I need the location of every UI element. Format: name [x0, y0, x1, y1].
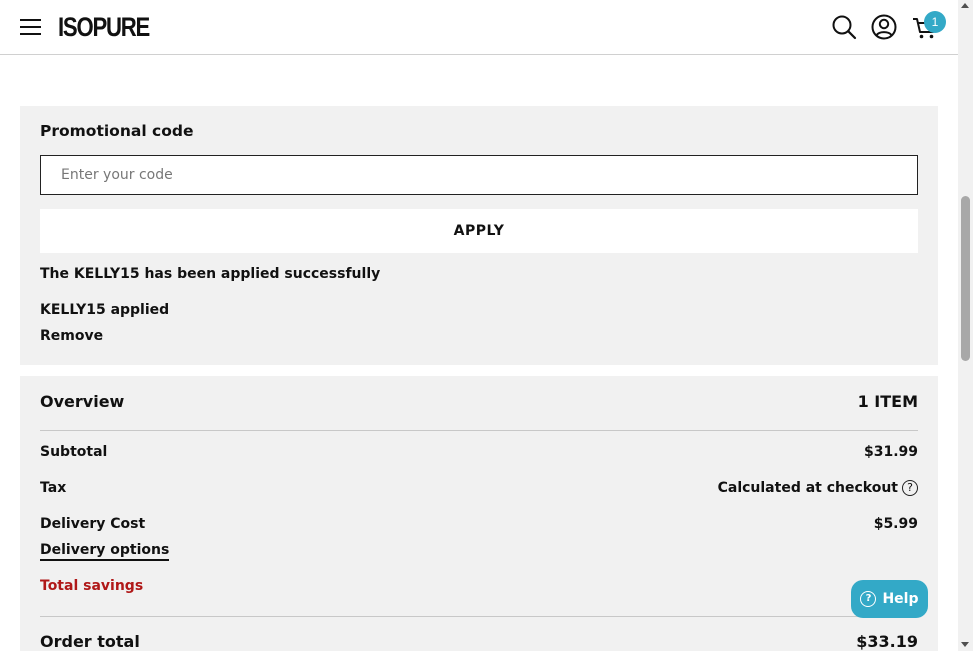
promo-code-panel: Promotional code APPLY The KELLY15 has b…	[20, 106, 938, 365]
delivery-cost-value: $5.99	[873, 516, 918, 532]
scroll-up-arrow-icon[interactable]	[961, 3, 969, 8]
scroll-down-arrow-icon[interactable]	[961, 642, 969, 647]
site-header: ISOPURE 1	[0, 0, 958, 55]
hamburger-line	[20, 33, 41, 35]
order-overview-panel: Overview 1 ITEM Subtotal $31.99 Tax Calc…	[20, 376, 938, 651]
hamburger-line	[20, 19, 41, 21]
apply-button[interactable]: APPLY	[40, 209, 918, 253]
tax-value-group: Calculated at checkout ?	[718, 480, 918, 496]
search-icon[interactable]	[830, 13, 858, 41]
applied-code-text: KELLY15 applied	[40, 302, 170, 318]
promo-success-message: The KELLY15 has been applied successfull…	[40, 266, 381, 282]
subtotal-value: $31.99	[863, 444, 918, 460]
tax-value: Calculated at checkout	[717, 480, 898, 496]
tax-info-icon[interactable]: ?	[902, 480, 918, 496]
hamburger-line	[20, 26, 41, 28]
remove-promo-link[interactable]: Remove	[40, 328, 103, 344]
cart-count-badge[interactable]: 1	[924, 11, 946, 33]
delivery-cost-label: Delivery Cost	[40, 516, 146, 532]
question-circle-icon: ?	[860, 591, 877, 607]
help-button-label: Help	[882, 591, 919, 607]
overview-title: Overview	[40, 392, 125, 411]
promo-title: Promotional code	[40, 122, 194, 140]
account-icon[interactable]	[870, 13, 898, 41]
order-total-label: Order total	[40, 632, 140, 651]
brand-logo[interactable]: ISOPURE	[58, 12, 150, 43]
help-button[interactable]: ? Help	[851, 580, 928, 618]
divider	[40, 616, 918, 617]
tax-label: Tax	[40, 480, 67, 496]
divider	[40, 430, 918, 431]
item-count: 1 ITEM	[857, 392, 918, 411]
delivery-options-link[interactable]: Delivery options	[40, 542, 170, 561]
hamburger-menu-icon[interactable]	[20, 18, 41, 36]
scrollbar[interactable]	[958, 0, 973, 651]
promo-code-input[interactable]	[40, 155, 918, 195]
scrollbar-thumb[interactable]	[961, 196, 970, 361]
subtotal-label: Subtotal	[40, 444, 108, 460]
total-savings-label: Total savings	[40, 578, 144, 594]
order-total-value: $33.19	[856, 632, 918, 651]
